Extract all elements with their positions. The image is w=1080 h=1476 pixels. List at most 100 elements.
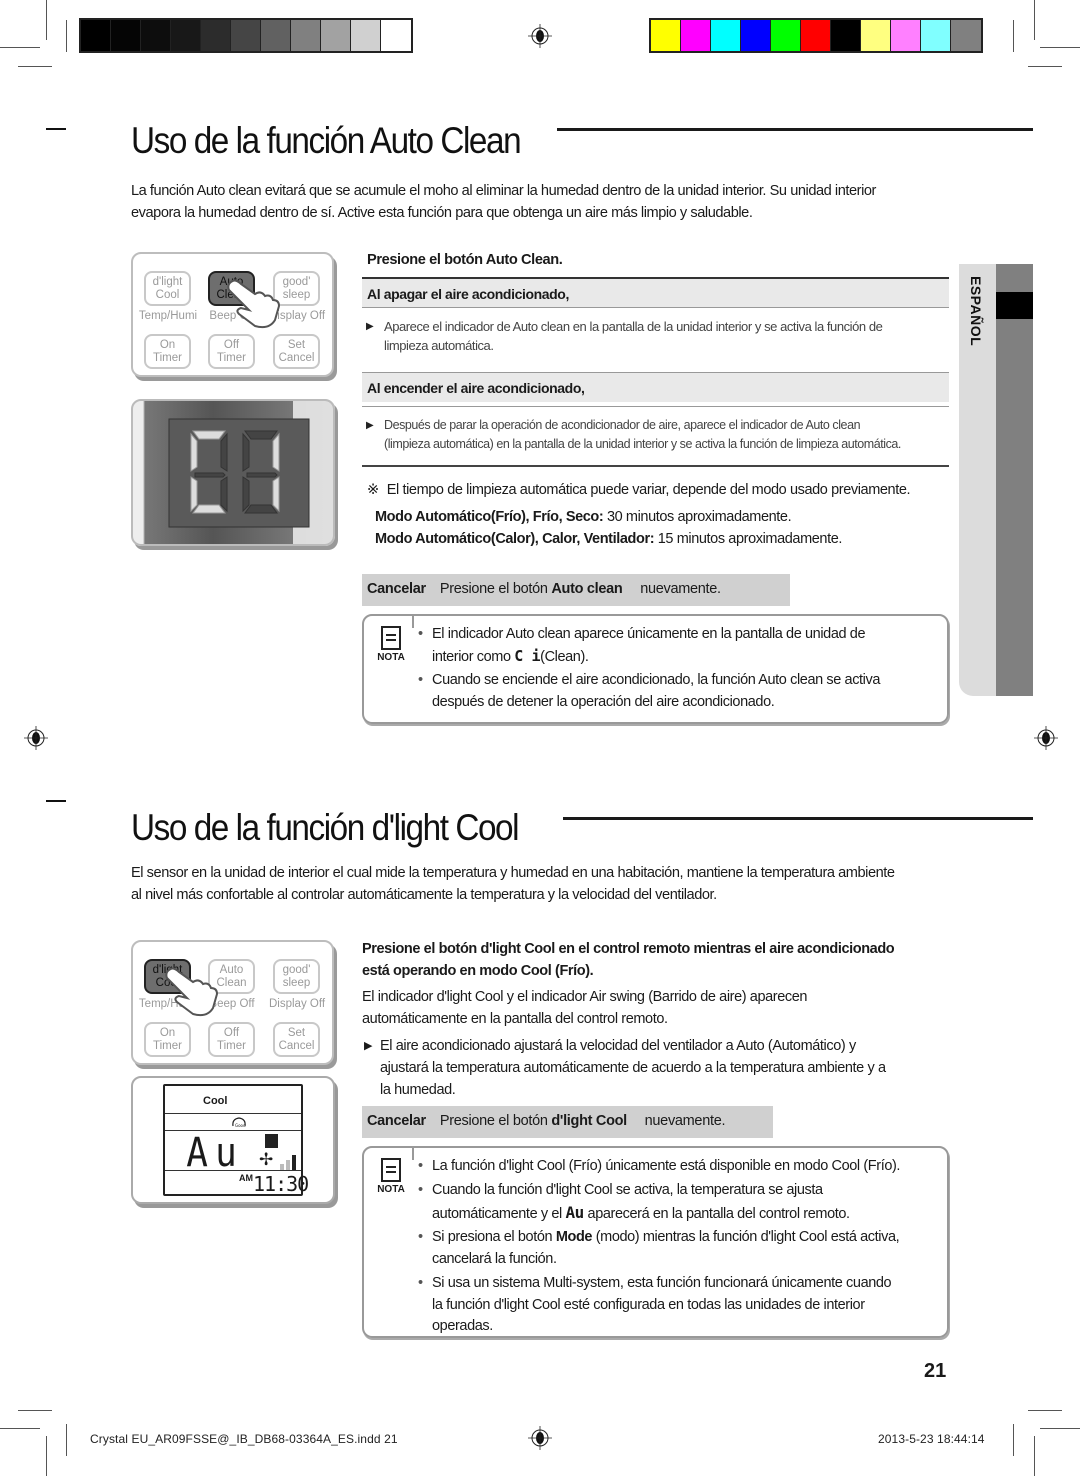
remote-lcd-illustration: Cool Good Au ✢ AM 11:30 xyxy=(131,1076,335,1204)
note-item: Si usa un sistema Multi-system, esta fun… xyxy=(418,1273,942,1338)
crop-mark xyxy=(0,1428,40,1429)
color-swatch xyxy=(921,20,951,51)
lcd-ampm: AM xyxy=(239,1173,253,1183)
auto-fan-glyph: Au xyxy=(565,1202,584,1222)
crop-mark xyxy=(1028,1410,1062,1411)
color-swatch xyxy=(861,20,891,51)
section-title-dlight-cool: Uso de la función d'light Cool xyxy=(131,807,520,848)
step-instruction: Presione el botón d'light Cool en el con… xyxy=(362,941,895,979)
note-item: Cuando se enciende el aire acondicionado… xyxy=(418,670,942,713)
title-rule xyxy=(563,817,1033,820)
note-tick xyxy=(412,1146,414,1160)
cancel-instruction: Cancelar Presione el botón Auto clean nue… xyxy=(362,574,790,606)
registration-mark-icon xyxy=(528,1426,552,1450)
intro-line: al nivel más confortable al controlar au… xyxy=(131,887,717,903)
good-icon: Good xyxy=(232,1117,246,1128)
note-icon: NOTA xyxy=(374,626,408,663)
divider xyxy=(362,406,949,407)
color-swatch xyxy=(321,20,351,51)
remote-button-off-timer: Off Timer xyxy=(208,1022,255,1057)
condition-heading-off: Al apagar el aire acondicionado, xyxy=(362,277,949,307)
crop-mark xyxy=(1013,20,1014,52)
color-swatch xyxy=(681,20,711,51)
remote-button-dlight-cool: d'lightCool xyxy=(144,271,191,306)
note-box: NOTA El indicador Auto clean aparece úni… xyxy=(362,614,949,724)
grayscale-calibration-bar xyxy=(79,18,413,53)
section-title-auto-clean: Uso de la función Auto Clean xyxy=(131,120,522,161)
lcd-screen: Cool Good Au ✢ AM 11:30 xyxy=(163,1084,309,1196)
color-swatch xyxy=(111,20,141,51)
color-swatch xyxy=(771,20,801,51)
triangle-bullet-icon: ▶ xyxy=(366,420,374,431)
mode-time-line: Modo Automático(Calor), Calor, Ventilado… xyxy=(375,531,843,547)
crop-mark xyxy=(46,0,47,40)
air-swing-icon xyxy=(265,1134,278,1148)
pointing-hand-icon xyxy=(227,279,281,329)
registration-mark-icon xyxy=(1034,726,1058,750)
registration-mark-icon xyxy=(528,24,552,48)
remote-control-illustration: d'lightCool AutoClean good'sleep Temp/Hu… xyxy=(131,252,334,377)
language-tab-marker xyxy=(996,292,1033,319)
color-swatch xyxy=(801,20,831,51)
remote-button-on-timer: On Timer xyxy=(144,334,191,369)
color-swatch xyxy=(651,20,681,51)
note-text: ※ El tiempo de limpieza automática puede … xyxy=(367,482,911,498)
remote-button-set-cancel: Set Cancel xyxy=(273,1022,320,1057)
crop-mark xyxy=(1034,1436,1035,1476)
divider xyxy=(362,465,949,467)
color-swatch xyxy=(351,20,381,51)
mode-time-line: Modo Automático(Frío), Frío, Seco: 30 mi… xyxy=(375,509,792,525)
remote-control-illustration: d'lightCool AutoClean good'sleep Temp/Hu… xyxy=(131,940,334,1065)
remote-button-set-cancel: Set Cancel xyxy=(273,334,320,369)
crop-mark xyxy=(46,1436,47,1476)
note-tick xyxy=(412,614,414,628)
pointing-hand-icon xyxy=(165,967,219,1017)
crop-mark xyxy=(1013,1424,1014,1456)
clean-display-glyph: C i xyxy=(514,646,541,665)
crop-mark xyxy=(1040,1428,1080,1429)
footer-timestamp: 2013-5-23 18:44:14 xyxy=(878,1432,985,1446)
fan-speed-icon xyxy=(280,1155,296,1170)
margin-dash xyxy=(46,128,66,130)
language-label: ESPAÑOL xyxy=(968,276,984,347)
lcd-divider xyxy=(165,1170,301,1171)
indoor-unit-display-illustration xyxy=(131,399,335,546)
description-text: El indicador d'light Cool y el indicador… xyxy=(362,989,808,1027)
crop-mark xyxy=(0,47,40,48)
color-swatch xyxy=(291,20,321,51)
note-item: Cuando la función d'light Cool se activa… xyxy=(418,1180,942,1225)
color-swatch xyxy=(711,20,741,51)
intro-text: El sensor en la unidad de interior el cu… xyxy=(131,862,971,906)
margin-dash xyxy=(46,800,66,802)
lcd-mode-label: Cool xyxy=(203,1095,228,1107)
title-rule xyxy=(557,128,1033,131)
triangle-bullet-icon: ▶ xyxy=(364,1040,373,1052)
condition-heading-on: Al encender el aire acondicionado, xyxy=(362,372,949,402)
remote-sublabel: Temp/Humi xyxy=(138,310,198,322)
note-icon: NOTA xyxy=(374,1158,408,1195)
reference-mark-icon: ※ xyxy=(367,482,379,498)
footer-filename: Crystal EU_AR09FSSE@_IB_DB68-03364A_ES.i… xyxy=(90,1432,398,1446)
crop-mark xyxy=(66,20,67,52)
note-item: La función d'light Cool (Frío) únicament… xyxy=(418,1156,952,1178)
lcd-time: 11:30 xyxy=(253,1172,309,1196)
bullet-item: ▶ El aire acondicionado ajustará la velo… xyxy=(362,1035,942,1101)
color-swatch xyxy=(171,20,201,51)
seven-segment-display-icon xyxy=(168,401,333,544)
remote-button-good-sleep: good' sleep xyxy=(273,959,320,994)
remote-button-on-timer: On Timer xyxy=(144,1022,191,1057)
crop-mark xyxy=(1028,66,1062,67)
fan-icon: ✢ xyxy=(259,1150,274,1169)
page-number: 21 xyxy=(924,1360,947,1382)
crop-mark xyxy=(1034,0,1035,40)
note-box: NOTA La función d'light Cool (Frío) únic… xyxy=(362,1146,949,1338)
crop-mark xyxy=(66,1424,67,1456)
color-swatch xyxy=(201,20,231,51)
color-swatch xyxy=(831,20,861,51)
color-swatch xyxy=(141,20,171,51)
color-calibration-bar xyxy=(649,18,983,53)
language-tab-bar xyxy=(996,264,1033,696)
bullet-item: ▶ Después de parar la operación de acond… xyxy=(366,418,901,451)
remote-button-off-timer: Off Timer xyxy=(208,334,255,369)
crop-mark xyxy=(1040,47,1080,48)
